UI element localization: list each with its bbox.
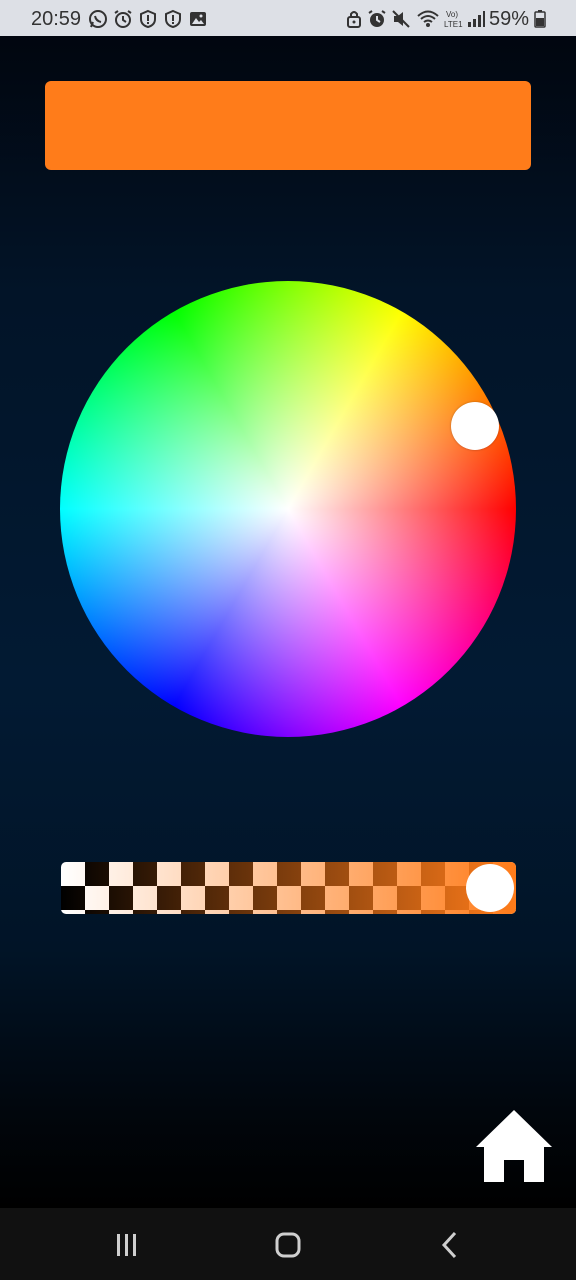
lock-icon: [344, 9, 364, 34]
shield-icon: [138, 9, 158, 34]
volte-icon: Vo) LTE1: [443, 8, 465, 35]
color-wheel[interactable]: [60, 281, 516, 737]
color-wheel-handle[interactable]: [451, 401, 500, 450]
home-nav-icon[interactable]: [266, 1228, 310, 1262]
image-icon: [188, 9, 208, 34]
alarm-icon: [367, 9, 387, 34]
app-content: [0, 36, 576, 1208]
recents-icon[interactable]: [105, 1228, 149, 1262]
alpha-gradient: [61, 862, 516, 914]
mute-icon: [391, 9, 411, 34]
alarm-icon: [113, 9, 133, 34]
color-preview: [45, 81, 531, 170]
svg-text:Vo): Vo): [446, 10, 458, 19]
nav-bar: [0, 1208, 576, 1280]
home-button[interactable]: [474, 1106, 554, 1186]
battery-icon: [534, 9, 546, 34]
svg-text:LTE1: LTE1: [444, 20, 463, 29]
shield-icon: [163, 9, 183, 34]
status-time: 20:59: [31, 8, 82, 30]
whatsapp-icon: [88, 9, 108, 34]
alpha-slider[interactable]: [61, 862, 516, 914]
wifi-icon: [416, 9, 440, 34]
status-bar: 20:59 Vo) LTE1 59%: [0, 0, 576, 36]
alpha-slider-handle[interactable]: [466, 864, 514, 912]
back-icon[interactable]: [428, 1228, 472, 1262]
home-icon: [476, 1110, 552, 1182]
signal-icon: [466, 9, 486, 34]
battery-percent: 59%: [489, 8, 530, 30]
